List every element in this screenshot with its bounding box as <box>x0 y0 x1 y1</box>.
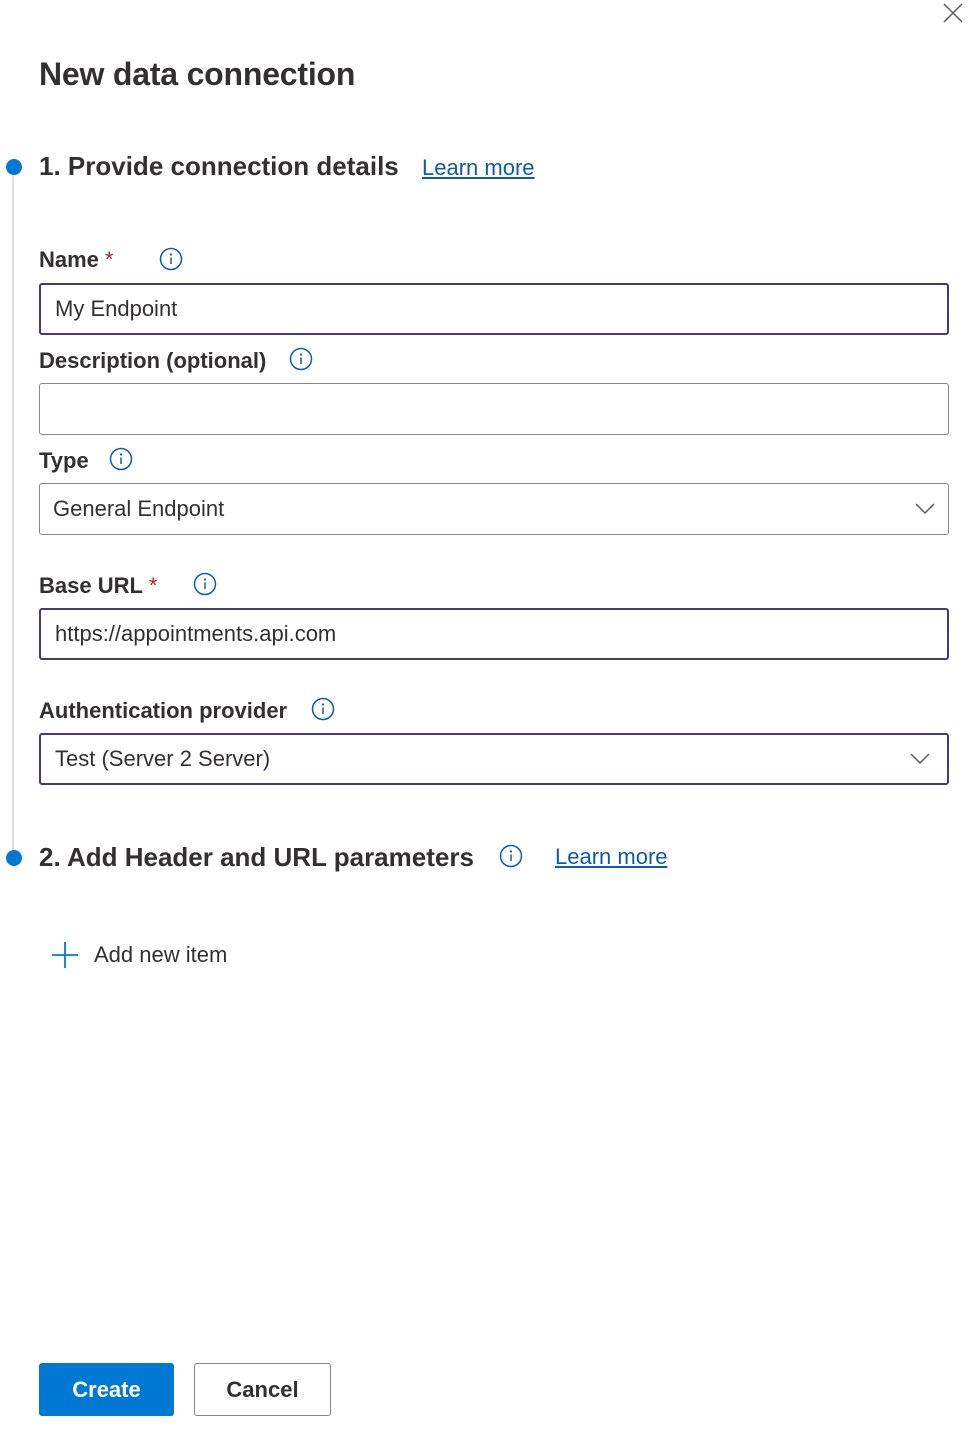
info-icon[interactable] <box>289 347 313 371</box>
chevron-down-icon <box>915 503 935 515</box>
step-2-indicator <box>6 850 22 866</box>
cancel-button[interactable]: Cancel <box>194 1363 331 1416</box>
name-label: Name * <box>39 247 113 273</box>
required-marker: * <box>104 247 114 272</box>
dialog-title: New data connection <box>39 56 356 92</box>
step-1-learn-more-link[interactable]: Learn more <box>422 155 535 181</box>
close-icon <box>943 3 963 23</box>
description-label: Description (optional) <box>39 348 267 373</box>
type-selected-value: General Endpoint <box>53 496 225 521</box>
auth-provider-label: Authentication provider <box>39 698 288 723</box>
chevron-down-icon <box>910 753 930 765</box>
info-icon[interactable] <box>193 572 217 596</box>
type-dropdown[interactable]: General Endpoint <box>39 483 949 535</box>
name-input[interactable] <box>39 283 949 335</box>
step-rail <box>12 168 14 858</box>
plus-icon <box>52 942 78 968</box>
name-label-text: Name <box>39 247 99 272</box>
info-icon[interactable] <box>109 447 133 471</box>
auth-provider-dropdown[interactable]: Test (Server 2 Server) <box>39 733 949 785</box>
type-label: Type <box>39 448 89 473</box>
info-icon[interactable] <box>159 247 183 271</box>
base-url-label: Base URL * <box>39 573 157 599</box>
description-input[interactable] <box>39 383 949 435</box>
add-new-item-label: Add new item <box>94 942 228 967</box>
add-new-item-button[interactable]: Add new item <box>50 940 227 970</box>
step-2-title: 2. Add Header and URL parameters <box>39 842 474 872</box>
step-2-learn-more-link[interactable]: Learn more <box>555 844 668 870</box>
info-icon[interactable] <box>499 844 523 868</box>
step-1-indicator <box>6 159 22 175</box>
create-button[interactable]: Create <box>39 1363 174 1416</box>
info-icon[interactable] <box>311 697 335 721</box>
required-marker: * <box>148 573 158 598</box>
auth-provider-selected-value: Test (Server 2 Server) <box>55 746 271 771</box>
base-url-input[interactable] <box>39 608 949 660</box>
step-1-title: 1. Provide connection details <box>39 151 399 181</box>
close-button[interactable] <box>940 0 966 26</box>
base-url-label-text: Base URL <box>39 573 143 598</box>
